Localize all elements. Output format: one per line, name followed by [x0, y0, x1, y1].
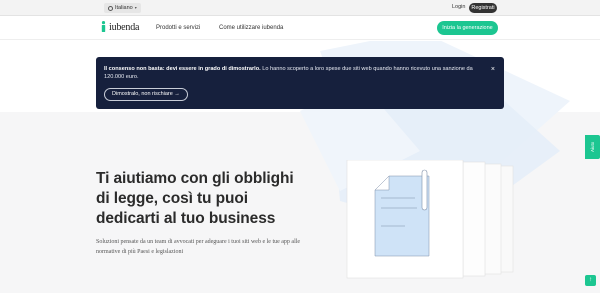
notice-bold-text: Il consenso non basta: devi essere in gr… — [104, 66, 261, 72]
hero-subtext: Soluzioni pensate da un team di avvocati… — [96, 239, 301, 255]
close-icon[interactable]: × — [491, 66, 495, 73]
arrow-up-icon[interactable]: ↑ — [585, 275, 596, 286]
main-nav: iubenda Prodotti e servizi Come utilizza… — [0, 16, 600, 40]
nav-link-products[interactable]: Prodotti e servizi — [156, 25, 200, 31]
language-selector[interactable]: Italiano ▾ — [104, 3, 141, 13]
logo-icon[interactable] — [101, 21, 106, 32]
start-generation-button[interactable]: Inizia la generazione — [437, 21, 498, 35]
help-side-tab[interactable]: Aiuto — [585, 135, 600, 159]
login-link[interactable]: Login — [452, 4, 465, 10]
prove-it-button[interactable]: Dimostralo, non rischiare → — [104, 88, 188, 101]
globe-icon — [108, 5, 113, 11]
top-utility-bar: Italiano ▾ Login Registrati — [0, 0, 600, 16]
nav-link-how-to-use[interactable]: Come utilizzare iubenda — [219, 25, 283, 31]
notice-banner: Il consenso non basta: devi essere in gr… — [96, 57, 504, 109]
register-button[interactable]: Registrati — [469, 3, 497, 13]
document-illustration — [346, 160, 514, 279]
chevron-down-icon: ▾ — [134, 5, 137, 10]
logo-text[interactable]: iubenda — [109, 22, 139, 33]
notice-text: Il consenso non basta: devi essere in gr… — [104, 65, 474, 81]
hero-headline: Ti aiutiamo con gli obblighi di legge, c… — [96, 170, 294, 227]
language-label: Italiano — [115, 5, 133, 11]
